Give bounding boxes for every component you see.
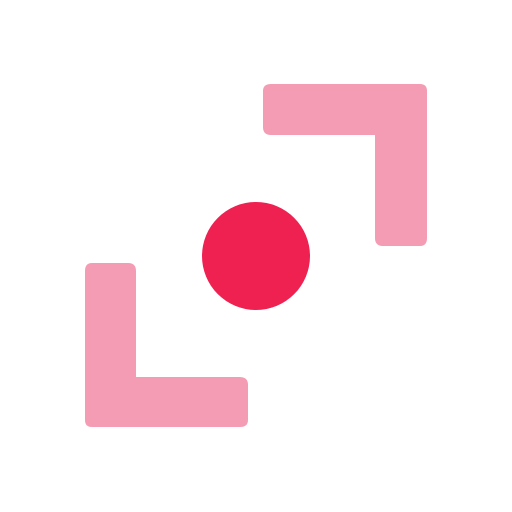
- app-icon: [0, 0, 512, 512]
- screen-record-icon: [0, 0, 512, 512]
- record-dot: [202, 202, 310, 310]
